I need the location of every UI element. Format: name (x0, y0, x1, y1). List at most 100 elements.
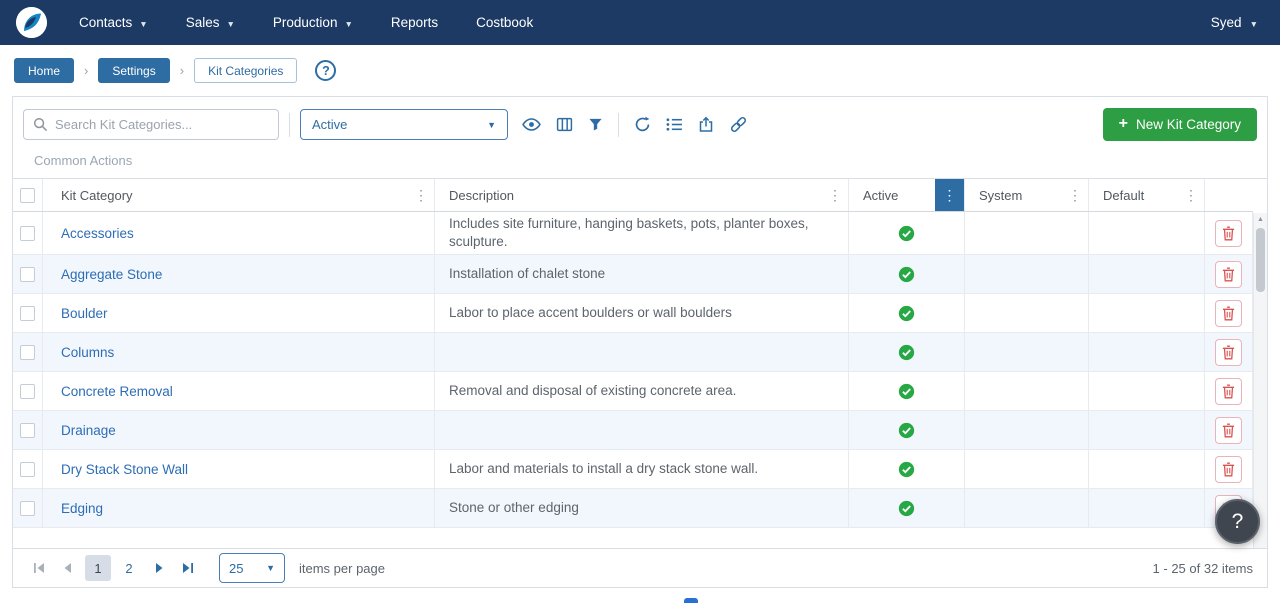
cell-description: Labor to place accent boulders or wall b… (435, 294, 849, 332)
row-checkbox[interactable] (20, 501, 35, 516)
row-checkbox[interactable] (20, 267, 35, 282)
breadcrumb-help-icon[interactable]: ? (315, 60, 336, 81)
toolbar-divider (618, 113, 619, 137)
help-fab[interactable]: ? (1215, 499, 1260, 544)
breadcrumb-settings-button[interactable]: Settings (98, 58, 169, 83)
plus-icon: + (1119, 115, 1128, 133)
pagination-bar: 1 2 25 ▼ items per page 1 - 25 of 32 ite… (13, 548, 1267, 587)
delete-button[interactable] (1215, 339, 1242, 366)
delete-button[interactable] (1215, 417, 1242, 444)
column-menu-icon[interactable]: ⋮ (1062, 179, 1088, 211)
first-page-button[interactable] (27, 556, 51, 580)
scroll-up-icon[interactable]: ▲ (1257, 216, 1264, 223)
refresh-icon[interactable] (634, 115, 651, 135)
status-filter-dropdown[interactable]: Active ▼ (300, 109, 508, 140)
export-icon[interactable] (698, 115, 714, 135)
cell-checkbox (13, 450, 43, 488)
row-description: Installation of chalet stone (449, 265, 605, 283)
kit-categories-panel: Active ▼ (12, 96, 1268, 588)
kit-category-link[interactable]: Concrete Removal (61, 384, 173, 399)
kit-category-link[interactable]: Boulder (61, 306, 108, 321)
active-check-icon (898, 344, 915, 361)
logo-icon (16, 7, 47, 38)
kit-category-link[interactable]: Columns (61, 345, 114, 360)
toolbar-divider (289, 113, 290, 137)
nav-item-reports[interactable]: Reports (391, 15, 438, 30)
column-menu-icon[interactable]: ⋮ (408, 179, 434, 211)
new-kit-category-label: New Kit Category (1136, 117, 1241, 132)
row-checkbox[interactable] (20, 226, 35, 241)
kit-category-link[interactable]: Accessories (61, 226, 134, 241)
table-row: Drainage (13, 411, 1253, 450)
page-1-button[interactable]: 1 (85, 555, 111, 581)
cell-default (1089, 255, 1205, 293)
breadcrumb-current-button[interactable]: Kit Categories (194, 58, 297, 83)
row-checkbox[interactable] (20, 384, 35, 399)
trash-icon (1222, 423, 1235, 438)
nav-item-production[interactable]: Production ▼ (273, 15, 353, 30)
delete-button[interactable] (1215, 300, 1242, 327)
row-checkbox[interactable] (20, 306, 35, 321)
user-menu[interactable]: Syed ▼ (1211, 15, 1264, 30)
app-logo[interactable] (16, 7, 47, 38)
cell-default (1089, 333, 1205, 371)
column-menu-icon[interactable]: ⋮ (1178, 179, 1204, 211)
trash-icon (1222, 306, 1235, 321)
nav-item-costbook[interactable]: Costbook (476, 15, 533, 30)
cell-actions (1205, 294, 1253, 332)
row-checkbox[interactable] (20, 462, 35, 477)
scrollbar-thumb[interactable] (1256, 228, 1265, 292)
cell-actions (1205, 212, 1253, 254)
link-icon[interactable] (729, 115, 748, 135)
cell-system (965, 294, 1089, 332)
breadcrumb-home-button[interactable]: Home (14, 58, 74, 83)
cell-system (965, 411, 1089, 449)
kit-category-link[interactable]: Dry Stack Stone Wall (61, 462, 188, 477)
select-all-checkbox[interactable] (20, 188, 35, 203)
header-cell-checkbox (13, 179, 43, 211)
row-checkbox[interactable] (20, 345, 35, 360)
page-size-dropdown[interactable]: 25 ▼ (219, 553, 285, 583)
delete-button[interactable] (1215, 456, 1242, 483)
row-description: Labor and materials to install a dry sta… (449, 460, 758, 478)
filter-icon[interactable] (588, 115, 603, 135)
eye-icon[interactable] (522, 115, 541, 135)
delete-button[interactable] (1215, 220, 1242, 247)
delete-button[interactable] (1215, 261, 1242, 288)
cell-default (1089, 489, 1205, 527)
cell-actions (1205, 333, 1253, 371)
cell-checkbox (13, 294, 43, 332)
column-menu-icon-active[interactable]: ⋮ (935, 179, 964, 211)
columns-icon[interactable] (556, 115, 573, 135)
page-2-button[interactable]: 2 (116, 555, 142, 581)
cell-kit-category: Accessories (43, 212, 435, 254)
status-filter-value: Active (312, 117, 347, 132)
nav-menu: Contacts ▼ Sales ▼ Production ▼ Reports … (79, 15, 1211, 30)
prev-page-button[interactable] (56, 556, 80, 580)
delete-button[interactable] (1215, 378, 1242, 405)
list-icon[interactable] (666, 115, 683, 135)
page-size-value: 25 (229, 561, 243, 576)
cell-system (965, 450, 1089, 488)
kit-category-link[interactable]: Aggregate Stone (61, 267, 162, 282)
cell-description: Includes site furniture, hanging baskets… (435, 212, 849, 254)
column-menu-icon[interactable]: ⋮ (822, 179, 848, 211)
cell-active (849, 411, 965, 449)
nav-item-contacts[interactable]: Contacts ▼ (79, 15, 148, 30)
last-page-button[interactable] (176, 556, 200, 580)
cell-active (849, 333, 965, 371)
next-page-button[interactable] (147, 556, 171, 580)
chevron-down-icon: ▼ (266, 563, 275, 573)
nav-item-sales[interactable]: Sales ▼ (186, 15, 235, 30)
kit-category-link[interactable]: Drainage (61, 423, 116, 438)
row-checkbox[interactable] (20, 423, 35, 438)
search-input[interactable] (55, 117, 269, 132)
new-kit-category-button[interactable]: + New Kit Category (1103, 108, 1257, 141)
vertical-scrollbar[interactable]: ▲ (1253, 213, 1267, 548)
nav-item-label: Reports (391, 15, 438, 30)
page-range-label: 1 - 25 of 32 items (1153, 561, 1253, 576)
common-actions-label: Common Actions (13, 148, 1267, 178)
cell-description: Installation of chalet stone (435, 255, 849, 293)
kit-category-link[interactable]: Edging (61, 501, 103, 516)
search-box (23, 109, 279, 140)
